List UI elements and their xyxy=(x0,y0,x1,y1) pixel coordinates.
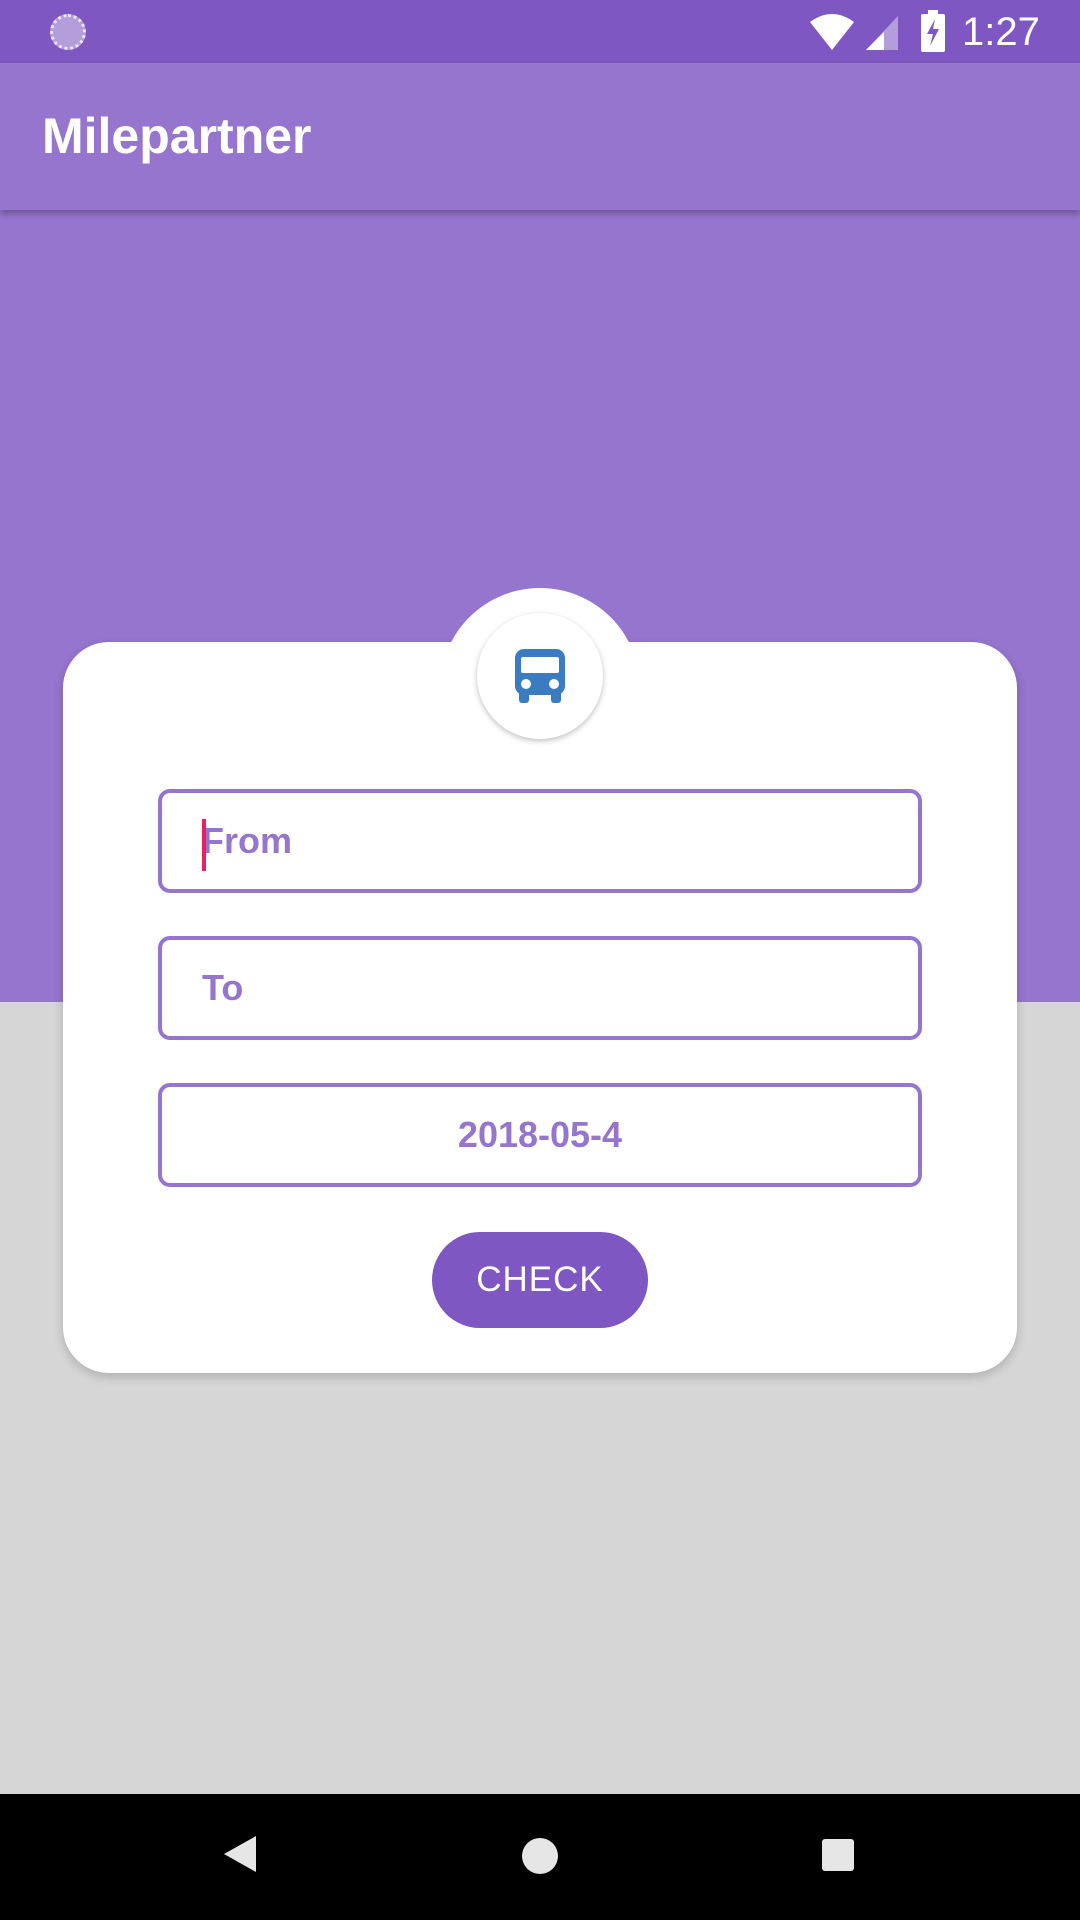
from-field[interactable] xyxy=(158,789,922,893)
date-field[interactable]: 2018-05-4 xyxy=(158,1083,922,1187)
bus-icon xyxy=(515,649,565,703)
screen: 1:27 Milepartner 2018-05-4 CHECK xyxy=(0,0,1080,1920)
to-field[interactable] xyxy=(158,936,922,1040)
app-bar: Milepartner xyxy=(0,63,1080,210)
check-button[interactable]: CHECK xyxy=(432,1232,648,1328)
status-time: 1:27 xyxy=(962,10,1040,54)
from-input[interactable] xyxy=(162,793,918,889)
signal-icon xyxy=(866,16,898,50)
app-title: Milepartner xyxy=(42,108,312,164)
home-icon[interactable] xyxy=(522,1838,558,1874)
wifi-icon xyxy=(810,14,854,50)
status-bar: 1:27 xyxy=(0,0,1080,63)
loading-icon xyxy=(50,14,86,50)
text-cursor xyxy=(202,819,206,871)
back-icon[interactable] xyxy=(222,1834,258,1874)
bus-icon-badge xyxy=(477,613,603,739)
to-input[interactable] xyxy=(162,940,918,1036)
battery-charging-icon xyxy=(921,10,945,52)
navigation-bar xyxy=(0,1794,1080,1920)
date-value[interactable]: 2018-05-4 xyxy=(162,1087,918,1183)
recents-icon[interactable] xyxy=(822,1839,854,1871)
